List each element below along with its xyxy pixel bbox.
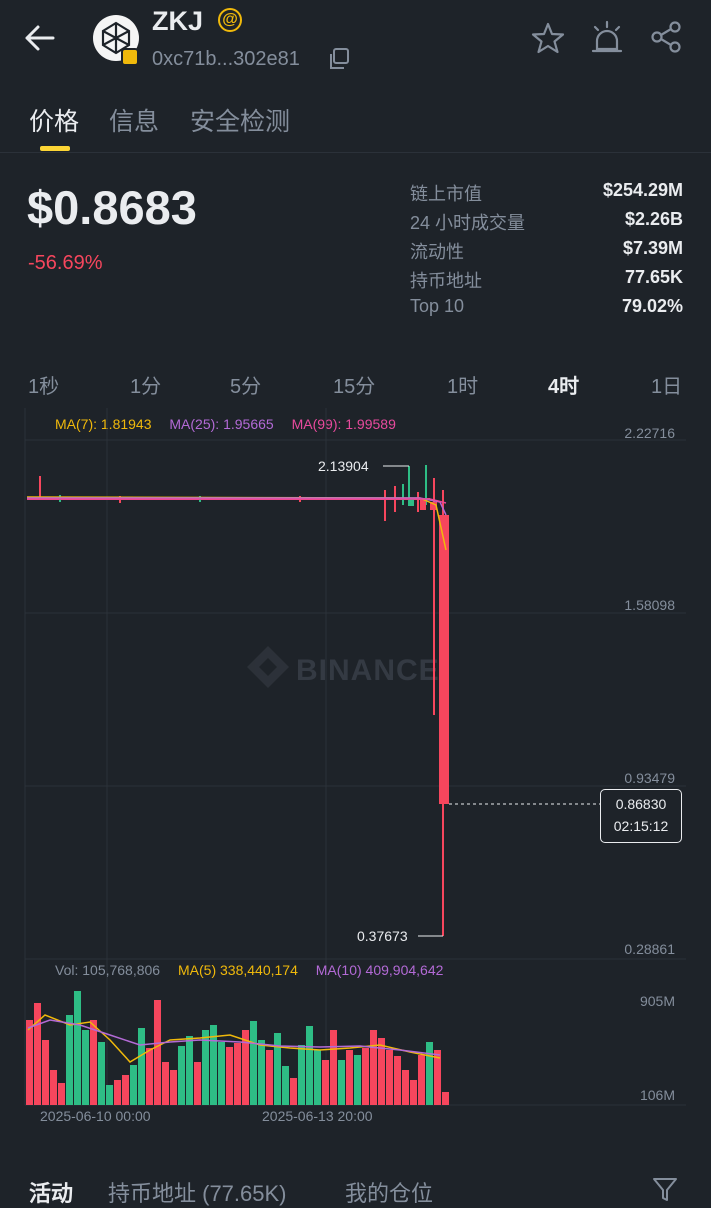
share-icon bbox=[651, 21, 681, 53]
candles-flat bbox=[27, 465, 449, 936]
alarm-icon bbox=[591, 20, 623, 53]
high-marker: 2.13904 bbox=[318, 458, 409, 474]
interval-1s[interactable]: 1秒 bbox=[28, 370, 59, 399]
axis-label-mid1: 1.58098 bbox=[624, 597, 675, 613]
price-change: -56.69% bbox=[28, 252, 103, 274]
tab-my-positions[interactable]: 我的仓位 bbox=[345, 1176, 433, 1208]
chain-badge bbox=[121, 48, 139, 66]
token-badge: @ bbox=[218, 8, 242, 32]
favorite-button[interactable] bbox=[530, 20, 566, 56]
token-badge-label: @ bbox=[222, 11, 238, 28]
stat-value-volume: $2.26B bbox=[624, 209, 683, 229]
last-price-value: 0.86830 bbox=[615, 796, 667, 812]
low-marker-label: 0.37673 bbox=[357, 928, 408, 944]
axis-label-mid2: 0.93479 bbox=[624, 770, 675, 786]
watermark-text: BINANCE bbox=[296, 654, 440, 687]
tab-price[interactable]: 价格 bbox=[29, 102, 79, 138]
header: ZKJ @ 0xc71b...302e81 bbox=[0, 0, 711, 85]
volume-value: Vol: 105,768,806 bbox=[55, 962, 161, 978]
interval-4h[interactable]: 4时 bbox=[548, 370, 579, 399]
ma-lines bbox=[26, 496, 447, 551]
volume-ma10: MA(10) 409,904,642 bbox=[315, 962, 444, 978]
stat-value-top10: 79.02% bbox=[621, 296, 683, 316]
stat-label-market-cap: 链上市值 bbox=[410, 184, 482, 204]
token-symbol: ZKJ bbox=[152, 6, 204, 36]
stat-label-holders: 持币地址 bbox=[410, 271, 482, 291]
stat-label-top10: Top 10 bbox=[410, 296, 465, 316]
binance-watermark: BINANCE bbox=[247, 646, 440, 688]
tab-info[interactable]: 信息 bbox=[109, 102, 159, 138]
stat-label-liquidity: 流动性 bbox=[410, 242, 464, 262]
tab-activity[interactable]: 活动 bbox=[29, 1176, 73, 1208]
tab-holders[interactable]: 持币地址 (77.65K) bbox=[108, 1176, 287, 1208]
share-button[interactable] bbox=[647, 18, 685, 56]
interval-1h[interactable]: 1时 bbox=[447, 370, 478, 399]
chart-grid bbox=[24, 408, 686, 1106]
current-price: $0.8683 bbox=[27, 181, 197, 234]
tab-price-underline bbox=[40, 146, 70, 151]
volume-ma5: MA(5) 338,440,174 bbox=[178, 962, 298, 978]
stat-value-liquidity: $7.39M bbox=[622, 238, 683, 258]
stat-value-holders: 77.65K bbox=[624, 267, 683, 287]
time-label-2: 2025-06-13 20:00 bbox=[262, 1108, 373, 1124]
token-logo bbox=[93, 15, 139, 66]
high-marker-label: 2.13904 bbox=[318, 458, 369, 474]
copy-button[interactable] bbox=[326, 46, 352, 72]
axis-label-bottom: 0.28861 bbox=[624, 941, 675, 957]
tab-security[interactable]: 安全检测 bbox=[190, 102, 290, 138]
star-icon bbox=[531, 22, 565, 54]
interval-15m[interactable]: 15分 bbox=[333, 370, 375, 399]
interval-1d[interactable]: 1日 bbox=[651, 370, 682, 399]
copy-icon bbox=[330, 48, 349, 69]
contract-address: 0xc71b...302e81 bbox=[152, 48, 300, 70]
stat-label-volume: 24 小时成交量 bbox=[410, 213, 526, 233]
volume-legend: Vol: 105,768,806 MA(5) 338,440,174 MA(10… bbox=[55, 962, 443, 978]
stat-value-market-cap: $254.29M bbox=[602, 180, 683, 200]
axis-label-top: 2.22716 bbox=[624, 425, 675, 441]
last-price-tag: 0.86830 02:15:12 bbox=[600, 789, 682, 843]
low-marker: 0.37673 bbox=[357, 928, 443, 944]
candle-countdown: 02:15:12 bbox=[613, 818, 669, 834]
detail-tabs: 价格 信息 安全检测 bbox=[0, 96, 711, 153]
alert-button[interactable] bbox=[588, 18, 626, 56]
filter-icon bbox=[653, 1178, 677, 1201]
interval-1m[interactable]: 1分 bbox=[130, 370, 161, 399]
activity-tabs: 活动 持币地址 (77.65K) 我的仓位 bbox=[0, 1170, 711, 1206]
time-label-1: 2025-06-10 00:00 bbox=[40, 1108, 151, 1124]
volume-axis-bottom: 106M bbox=[639, 1087, 675, 1103]
volume-axis-top: 905M bbox=[639, 993, 675, 1009]
interval-5m[interactable]: 5分 bbox=[230, 370, 261, 399]
back-button[interactable] bbox=[22, 20, 58, 56]
price-chart[interactable]: BINANCE 2.13904 0.37673 bbox=[0, 405, 711, 1125]
back-arrow-icon bbox=[25, 25, 55, 51]
interval-selector: 1秒 1分 5分 15分 1时 4时 1日 bbox=[0, 370, 711, 400]
